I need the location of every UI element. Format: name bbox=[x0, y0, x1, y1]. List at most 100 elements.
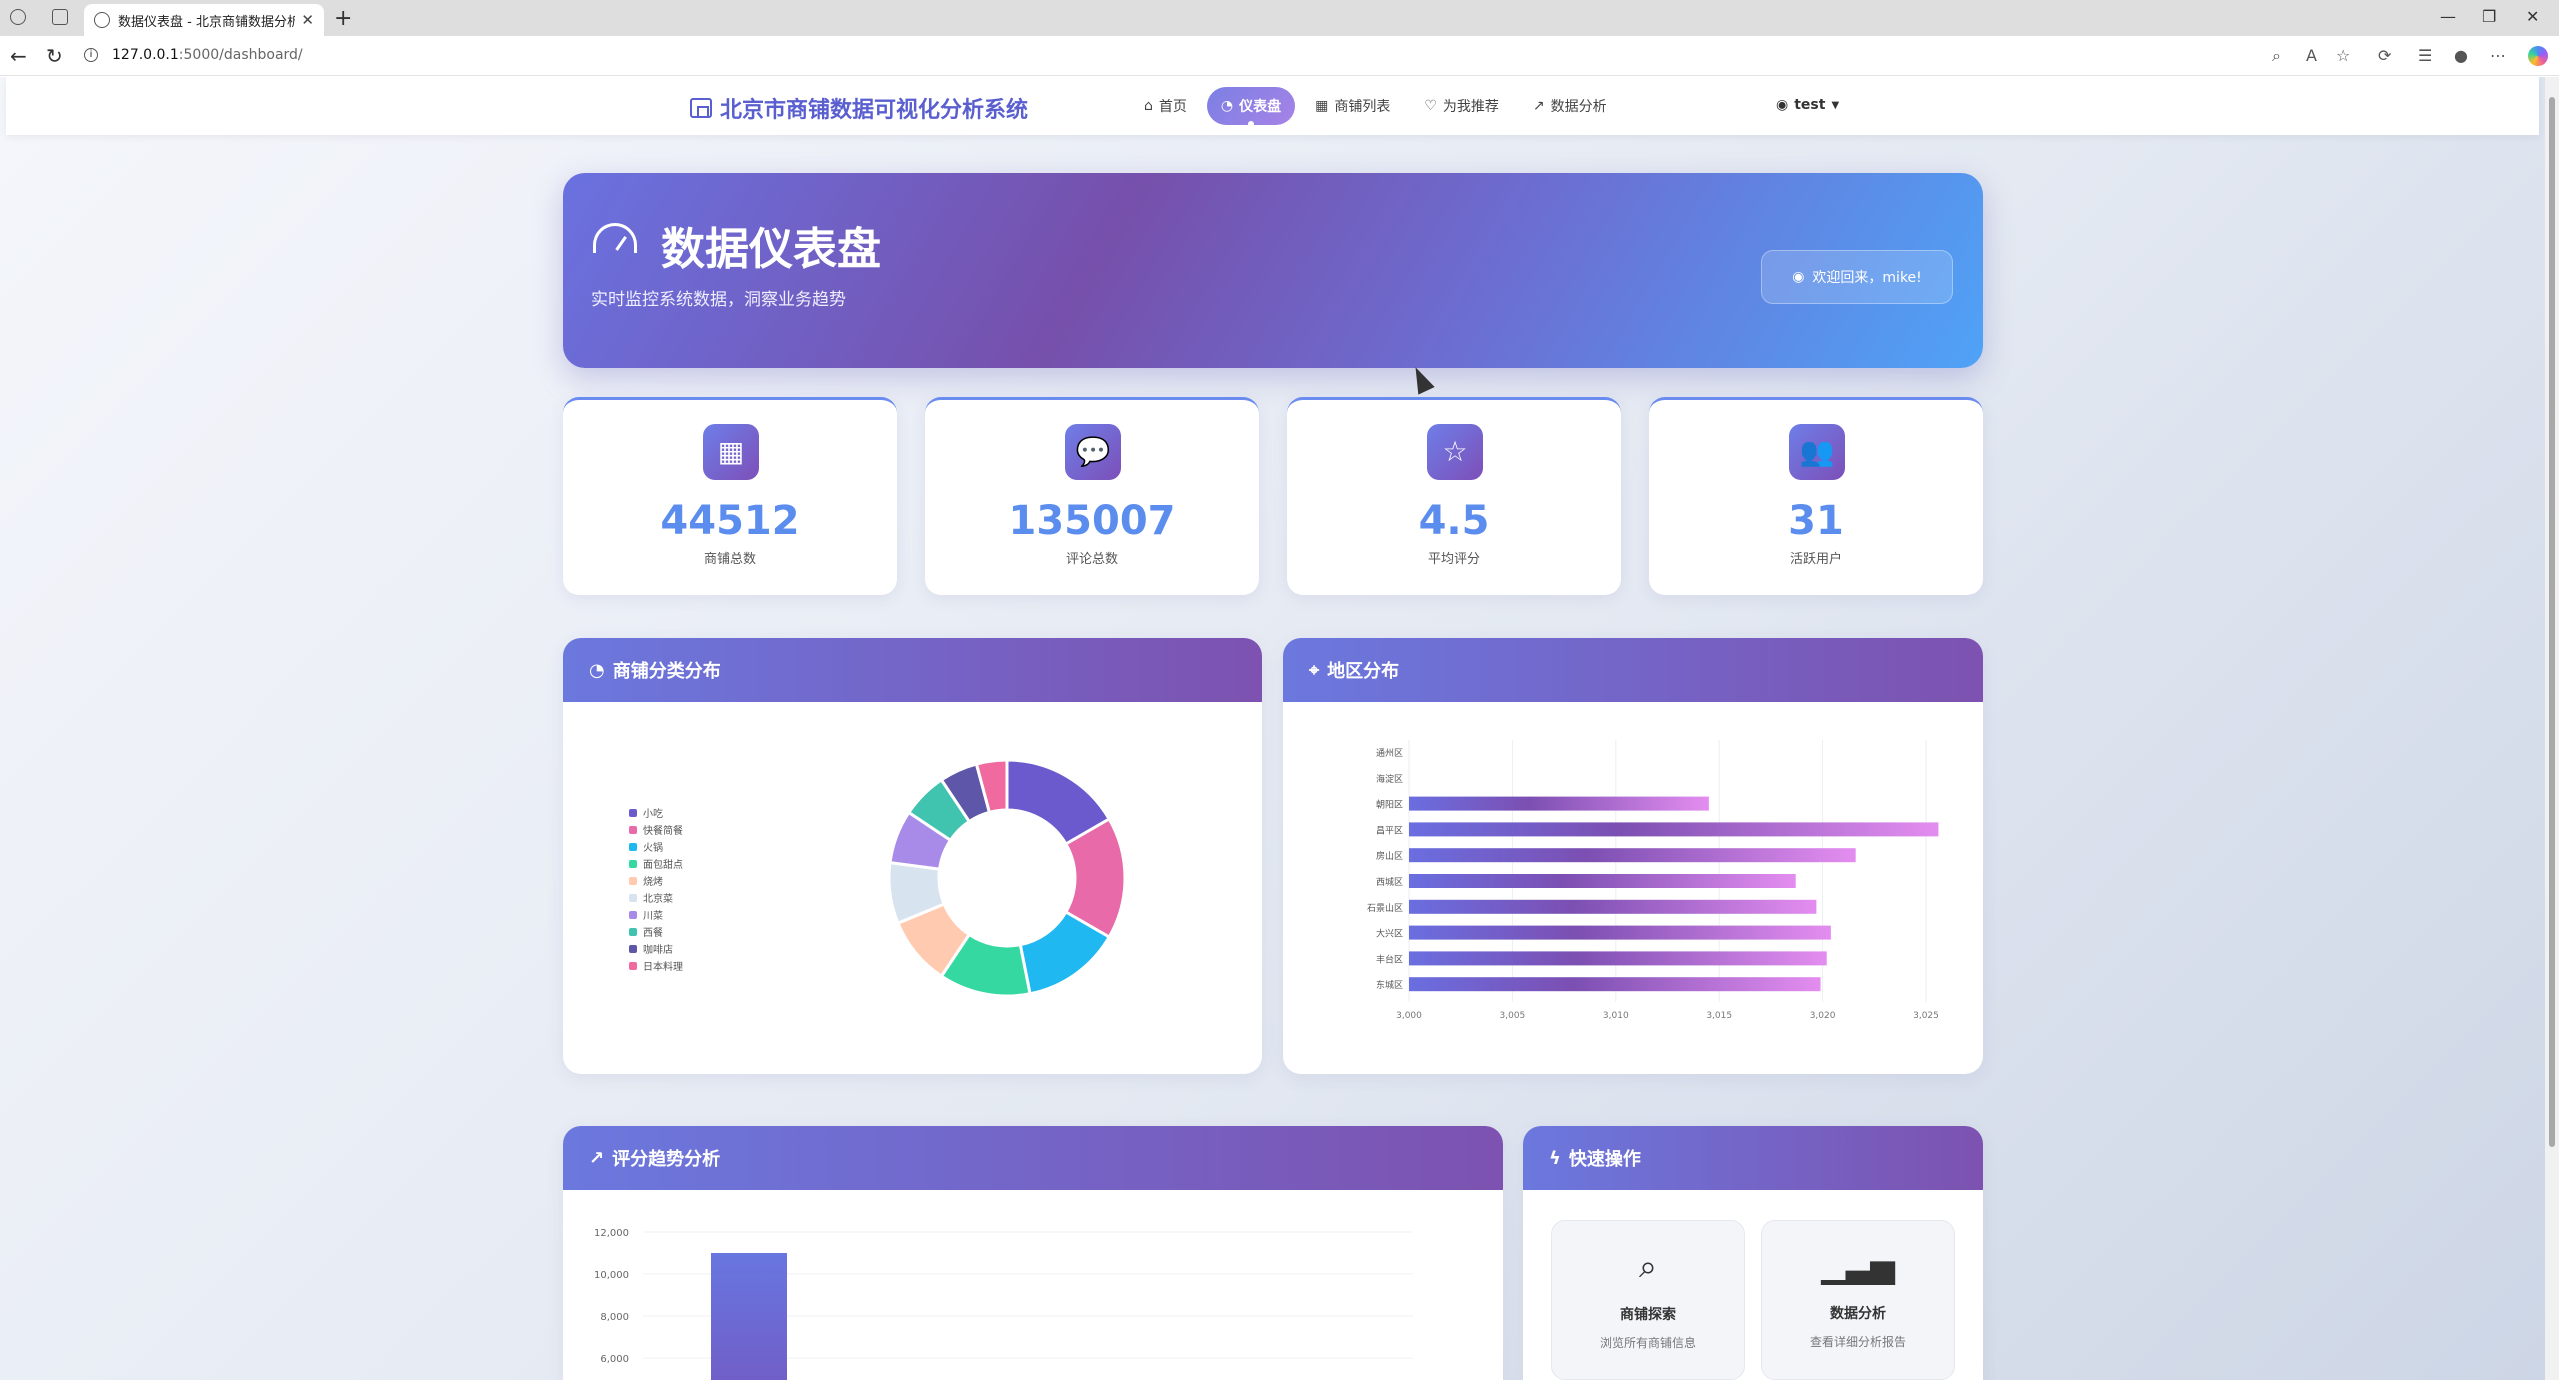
nav-dashboard-label: 仪表盘 bbox=[1239, 99, 1282, 115]
quick-actions-card: ϟ 快速操作 ⌕ 商铺探索 浏览所有商铺信息 ▁▃▅ 数据分析 查看详细分析报告 bbox=[1523, 1126, 1983, 1380]
y-tick-label: 12,000 bbox=[594, 1228, 629, 1239]
back-icon[interactable]: ← bbox=[10, 44, 27, 68]
store-icon: ▦ bbox=[703, 424, 759, 480]
card-title: 快速操作 bbox=[1568, 1149, 1641, 1170]
browser-tab-strip: 数据仪表盘 - 北京商铺数据分析系 ✕ + — ❐ ✕ bbox=[0, 0, 2559, 36]
y-tick-label: 石景山区 bbox=[1367, 903, 1403, 914]
nav-home[interactable]: ⌂ 首页 bbox=[1130, 87, 1201, 125]
rating-trend-card: ↗ 评分趋势分析 12,000 10,000 8,000 6,000 bbox=[563, 1126, 1503, 1380]
x-tick-label: 3,025 bbox=[1913, 1011, 1939, 1021]
nav-recommend-label: 为我推荐 bbox=[1442, 99, 1499, 115]
page-title: 数据仪表盘 bbox=[661, 224, 881, 275]
welcome-text: 欢迎回来，mike! bbox=[1812, 270, 1922, 286]
page-subtitle: 实时监控系统数据，洞察业务趋势 bbox=[591, 290, 846, 310]
user-name: test bbox=[1794, 97, 1826, 113]
bolt-icon: ϟ bbox=[1549, 1147, 1561, 1169]
browser-tab[interactable]: 数据仪表盘 - 北京商铺数据分析系 ✕ bbox=[84, 4, 324, 36]
tab-actions-icon[interactable] bbox=[52, 9, 68, 25]
y-tick-label: 东城区 bbox=[1376, 979, 1403, 991]
refresh-icon[interactable]: ↻ bbox=[46, 44, 63, 68]
y-tick-label: 朝阳区 bbox=[1376, 800, 1403, 811]
restore-icon[interactable]: ❐ bbox=[2482, 7, 2496, 26]
region-bar bbox=[1409, 899, 1817, 914]
trend-bar bbox=[711, 1253, 787, 1380]
card-header: ↗ 评分趋势分析 bbox=[563, 1126, 1503, 1190]
quick-action-title: 商铺探索 bbox=[1620, 1307, 1676, 1323]
user-circle-icon: ◉ bbox=[1792, 269, 1805, 285]
brand-title: 北京市商铺数据可视化分析系统 bbox=[720, 98, 1029, 123]
y-tick-label: 大兴区 bbox=[1376, 928, 1403, 940]
star-icon: ☆ bbox=[1427, 424, 1483, 480]
globe-icon bbox=[94, 12, 110, 28]
user-menu[interactable]: ◉ test ▼ bbox=[1776, 97, 1839, 113]
stat-label: 评论总数 bbox=[1065, 552, 1118, 567]
welcome-badge: ◉ 欢迎回来，mike! bbox=[1761, 250, 1953, 304]
y-tick-label: 6,000 bbox=[600, 1354, 629, 1365]
search-icon: ⌕ bbox=[1639, 1247, 1657, 1285]
y-tick-label: 昌平区 bbox=[1376, 825, 1403, 836]
quick-action-explore[interactable]: ⌕ 商铺探索 浏览所有商铺信息 bbox=[1551, 1220, 1745, 1380]
tab-title: 数据仪表盘 - 北京商铺数据分析系 bbox=[118, 14, 296, 30]
stat-card-comments: 💬 135007 评论总数 bbox=[925, 397, 1259, 595]
comment-icon: 💬 bbox=[1065, 424, 1121, 480]
y-tick-label: 海淀区 bbox=[1376, 773, 1403, 785]
region-bar bbox=[1409, 848, 1856, 863]
x-tick-label: 3,015 bbox=[1706, 1011, 1732, 1021]
read-aloud-icon[interactable]: A bbox=[2306, 46, 2317, 65]
stat-value: 31 bbox=[1788, 498, 1844, 544]
stat-value: 44512 bbox=[660, 498, 800, 544]
close-tab-icon[interactable]: ✕ bbox=[301, 11, 314, 29]
profile-icon[interactable]: ● bbox=[2454, 46, 2468, 65]
nav-store-list[interactable]: ▦ 商铺列表 bbox=[1301, 87, 1404, 125]
nav-dashboard[interactable]: ◔ 仪表盘 bbox=[1206, 87, 1296, 127]
stat-label: 活跃用户 bbox=[1789, 552, 1842, 567]
url-host: 127.0.0.1 bbox=[112, 47, 179, 63]
region-bar bbox=[1409, 822, 1939, 837]
window-close-icon[interactable]: ✕ bbox=[2526, 7, 2539, 26]
url-field[interactable]: i 127.0.0.1:5000/dashboard/ bbox=[84, 47, 303, 63]
line-chart-icon: ↗ bbox=[589, 1147, 605, 1169]
copilot-icon[interactable] bbox=[2528, 46, 2548, 66]
stat-label: 平均评分 bbox=[1427, 552, 1480, 567]
home-icon: ⌂ bbox=[1144, 98, 1153, 114]
nav-analysis[interactable]: ↗ 数据分析 bbox=[1519, 87, 1621, 125]
store-icon: ▦ bbox=[1315, 98, 1329, 114]
more-icon[interactable]: ⋯ bbox=[2490, 46, 2506, 65]
favorite-star-icon[interactable]: ☆ bbox=[2336, 46, 2350, 65]
favorites-icon[interactable]: ☰ bbox=[2418, 46, 2432, 65]
region-bar bbox=[1409, 951, 1827, 966]
stat-label: 商铺总数 bbox=[703, 552, 756, 567]
scrollbar-thumb[interactable] bbox=[2549, 97, 2555, 1147]
nav-links: ⌂ 首页 ◔ 仪表盘 ▦ 商铺列表 ♡ 为我推荐 ↗ 数据分析 bbox=[1130, 87, 1621, 127]
card-title: 商铺分类分布 bbox=[612, 661, 721, 682]
dashboard-hero: 数据仪表盘 实时监控系统数据，洞察业务趋势 ◉ 欢迎回来，mike! bbox=[563, 173, 1983, 368]
nav-store-list-label: 商铺列表 bbox=[1334, 99, 1391, 115]
page-scrollbar[interactable] bbox=[2545, 77, 2559, 1380]
site-info-icon[interactable]: i bbox=[84, 48, 98, 62]
category-donut-chart bbox=[887, 758, 1127, 998]
quick-action-title: 数据分析 bbox=[1830, 1306, 1886, 1322]
workspaces-icon[interactable] bbox=[10, 9, 26, 25]
quick-action-analysis[interactable]: ▁▃▅ 数据分析 查看详细分析报告 bbox=[1761, 1220, 1955, 1380]
y-tick-label: 房山区 bbox=[1376, 850, 1403, 862]
region-bar bbox=[1409, 874, 1796, 888]
zoom-icon[interactable]: ⌕ bbox=[2272, 46, 2281, 66]
nav-home-label: 首页 bbox=[1158, 99, 1187, 115]
stat-value: 135007 bbox=[1008, 498, 1176, 544]
region-bar bbox=[1409, 925, 1831, 940]
new-tab-button[interactable]: + bbox=[334, 6, 352, 31]
card-header: ⌖ 地区分布 bbox=[1283, 638, 1983, 702]
address-bar: ← ↻ i 127.0.0.1:5000/dashboard/ ⌕ A ☆ ⟳ … bbox=[0, 36, 2559, 76]
page-viewport: 北京市商铺数据可视化分析系统 ⌂ 首页 ◔ 仪表盘 ▦ 商铺列表 ♡ 为我推荐 ↗ 数据分… bbox=[0, 77, 2545, 1380]
card-header: ϟ 快速操作 bbox=[1523, 1126, 1983, 1190]
stat-card-rating: ☆ 4.5 平均评分 bbox=[1287, 397, 1621, 595]
region-bar bbox=[1409, 796, 1709, 811]
pie-chart-icon: ◔ bbox=[589, 659, 605, 681]
minimize-icon[interactable]: — bbox=[2440, 7, 2456, 26]
user-circle-icon: ◉ bbox=[1776, 97, 1789, 113]
brand[interactable]: 北京市商铺数据可视化分析系统 bbox=[690, 92, 1028, 124]
nav-analysis-label: 数据分析 bbox=[1550, 99, 1607, 115]
gauge-icon bbox=[593, 223, 637, 253]
extensions-icon[interactable]: ⟳ bbox=[2378, 46, 2391, 65]
nav-recommend[interactable]: ♡ 为我推荐 bbox=[1410, 87, 1513, 125]
